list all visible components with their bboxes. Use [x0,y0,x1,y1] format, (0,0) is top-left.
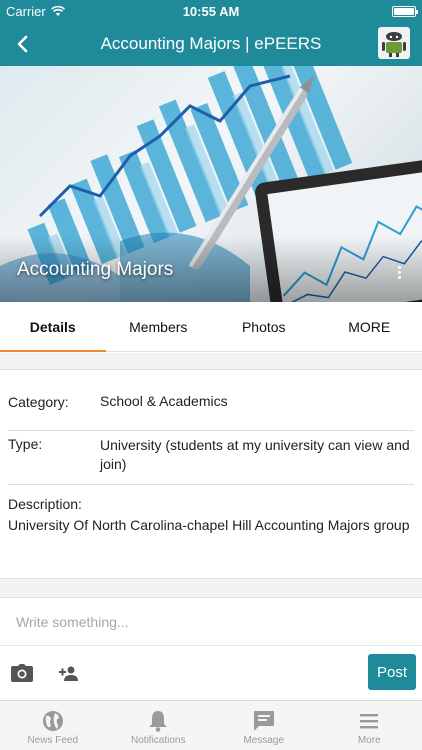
nav-bar: Accounting Majors | ePEERS [0,22,422,66]
wifi-icon [50,5,65,16]
avatar[interactable] [378,27,410,59]
android-avatar-icon [382,32,406,57]
globe-icon [42,711,63,731]
post-input[interactable] [0,598,422,646]
camera-icon[interactable] [11,664,33,682]
post-composer: Post [0,598,422,700]
nav-news-feed[interactable]: News Feed [0,701,106,750]
more-vertical-icon[interactable] [396,266,402,286]
nav-label: Notifications [131,735,186,746]
tab-photos[interactable]: Photos [211,302,317,351]
section-divider [0,578,422,598]
nav-message[interactable]: Message [211,701,317,750]
nav-label: News Feed [27,735,79,746]
description-block: Description: University Of North Carolin… [8,485,414,536]
nav-notifications[interactable]: Notifications [106,701,212,750]
tab-more[interactable]: MORE [317,302,422,351]
group-tabs: Details Members Photos MORE [0,302,422,352]
status-bar: Carrier 10:55 AM [0,0,422,22]
add-person-icon[interactable] [59,664,79,682]
category-label: Category: [8,393,69,410]
category-value: School & Academics [100,393,228,409]
description-label: Description: [8,496,82,512]
group-details: Category: School & Academics Type: Unive… [0,371,422,578]
tab-members[interactable]: Members [106,302,212,351]
chat-icon [253,711,274,731]
nav-label: More [357,735,381,746]
page-title: Accounting Majors | ePEERS [100,34,322,53]
nav-more[interactable]: More [317,701,422,750]
post-button[interactable]: Post [368,654,416,690]
type-label: Type: [8,436,43,452]
group-name: Accounting Majors [17,259,174,280]
cover-photo: Accounting Majors [0,66,422,302]
menu-icon [360,714,379,729]
battery-icon [392,5,418,17]
bell-icon [149,711,168,732]
type-value: University (students at my university ca… [100,437,410,472]
nav-label: Message [243,735,285,746]
chevron-left-icon [17,35,28,53]
status-left: Carrier [6,4,65,19]
back-button[interactable] [0,22,44,66]
description-value: University Of North Carolina-chapel Hill… [8,517,410,533]
category-row: Category: School & Academics [8,371,414,431]
section-divider [0,353,422,370]
tab-details[interactable]: Details [0,302,106,352]
bottom-nav: News Feed Notifications Message More [0,700,422,750]
carrier-label: Carrier [6,3,46,19]
type-row: Type: University (students at my univers… [8,431,414,485]
